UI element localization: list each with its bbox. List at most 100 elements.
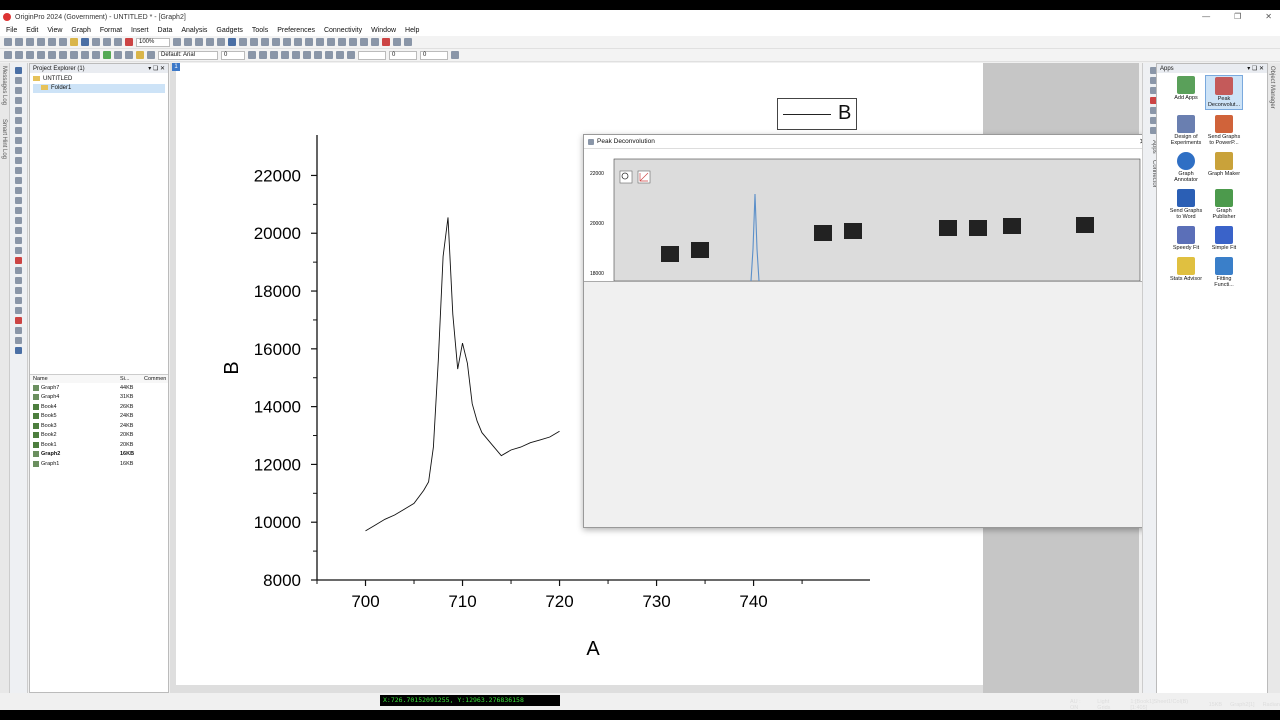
column-comment[interactable]: Commen <box>144 376 166 382</box>
next-sheet-icon[interactable] <box>360 38 368 46</box>
column-size[interactable]: Si... <box>120 376 144 382</box>
more-toolbar-icon[interactable] <box>451 51 459 59</box>
anchor-marker[interactable] <box>969 220 987 236</box>
panel-controls-icon[interactable]: ▾ ❏ ✕ <box>148 65 165 72</box>
list-item[interactable]: Book3 24KB <box>30 421 168 431</box>
polygon-icon[interactable] <box>15 227 22 234</box>
app-graph-annotator[interactable]: Graph Annotator <box>1167 151 1205 184</box>
first-sheet-icon[interactable] <box>338 38 346 46</box>
legend-icon[interactable] <box>15 277 22 284</box>
pointer-icon[interactable] <box>15 67 22 74</box>
layout-icon[interactable] <box>393 38 401 46</box>
recalculate-icon[interactable] <box>114 38 122 46</box>
line-style-select[interactable] <box>358 50 386 60</box>
command-window-icon[interactable] <box>250 38 258 46</box>
plot-setup-icon[interactable] <box>114 51 122 59</box>
draw-data-icon[interactable] <box>15 147 22 154</box>
new-matrix-icon[interactable] <box>37 38 45 46</box>
anchor-marker[interactable] <box>844 223 862 239</box>
panel-controls-icon[interactable]: ▾ ❏ ✕ <box>1247 65 1264 72</box>
record-icon[interactable] <box>125 38 133 46</box>
menu-edit[interactable]: Edit <box>26 27 38 34</box>
menu-graph[interactable]: Graph <box>71 27 90 34</box>
align-icon[interactable] <box>314 51 322 59</box>
menu-insert[interactable]: Insert <box>131 27 149 34</box>
new-graph-icon[interactable] <box>26 38 34 46</box>
symbol-size-select[interactable]: 0 <box>420 50 448 60</box>
undo-icon[interactable] <box>48 51 56 59</box>
open-icon[interactable] <box>70 38 78 46</box>
app-send-graphs-word[interactable]: Send Graphs to Word <box>1167 188 1205 221</box>
region-mask-icon[interactable] <box>15 137 22 144</box>
app-stats-advisor[interactable]: Stats Advisor <box>1167 256 1205 289</box>
vector-icon[interactable] <box>15 347 22 354</box>
close-icon[interactable]: ✕ <box>1265 12 1272 21</box>
greek-icon[interactable] <box>303 51 311 59</box>
zoom-in-icon[interactable] <box>15 51 23 59</box>
add-column-icon[interactable] <box>305 38 313 46</box>
menu-tools[interactable]: Tools <box>252 27 268 34</box>
list-item[interactable]: Book4 26KB <box>30 402 168 412</box>
timestamp-icon[interactable] <box>15 327 22 334</box>
app-graph-maker[interactable]: Graph Maker <box>1205 151 1243 184</box>
font-select[interactable]: Default: Arial <box>158 50 218 60</box>
list-item-active[interactable]: Graph2 16KB <box>30 450 168 460</box>
settings-icon[interactable] <box>404 38 412 46</box>
rectangle-tool-icon[interactable] <box>15 197 22 204</box>
list-item[interactable]: Book2 20KB <box>30 431 168 441</box>
data-selector-icon[interactable] <box>15 127 22 134</box>
anchor-marker[interactable] <box>939 220 957 236</box>
color-scale-icon[interactable] <box>103 51 111 59</box>
data-reader-icon[interactable] <box>15 117 22 124</box>
project-explorer-icon[interactable] <box>228 38 236 46</box>
new-function-icon[interactable] <box>48 38 56 46</box>
tree-root[interactable]: UNTITLED <box>33 75 165 84</box>
arrow-tool-icon[interactable] <box>15 167 22 174</box>
import-ascii-icon[interactable] <box>103 38 111 46</box>
add-text-icon[interactable] <box>136 51 144 59</box>
column-z-icon[interactable] <box>294 38 302 46</box>
app-fitting-function[interactable]: Fitting Functi... <box>1205 256 1243 289</box>
anchor-marker[interactable] <box>691 242 709 258</box>
circle-tool-icon[interactable] <box>15 217 22 224</box>
font-size-select[interactable]: 0 <box>221 50 245 60</box>
whole-page-icon[interactable] <box>37 51 45 59</box>
legend-box[interactable]: B <box>777 98 857 130</box>
menu-view[interactable]: View <box>47 27 62 34</box>
sort-icon[interactable] <box>316 38 324 46</box>
text-tool-icon[interactable] <box>15 157 22 164</box>
graph-axis-icon[interactable] <box>147 51 155 59</box>
copy-page-icon[interactable] <box>206 38 214 46</box>
prev-sheet-icon[interactable] <box>349 38 357 46</box>
menu-preferences[interactable]: Preferences <box>277 27 315 34</box>
menu-file[interactable]: File <box>6 27 17 34</box>
restore-icon[interactable]: ❐ <box>1234 12 1241 21</box>
list-item[interactable]: Graph4 31KB <box>30 393 168 403</box>
results-log-icon[interactable] <box>239 38 247 46</box>
duplicate-icon[interactable] <box>195 38 203 46</box>
anchor-marker[interactable] <box>661 246 679 262</box>
new-layout-icon[interactable] <box>59 38 67 46</box>
table-icon[interactable] <box>15 307 22 314</box>
list-item[interactable]: Book5 24KB <box>30 412 168 422</box>
refresh-icon[interactable] <box>184 38 192 46</box>
font-color-icon[interactable] <box>325 51 333 59</box>
app-simple-fit[interactable]: Simple Fit <box>1205 225 1243 252</box>
save-icon[interactable] <box>81 38 89 46</box>
status-grids[interactable]: Light Grids <box>1097 699 1122 711</box>
screen-reader-icon[interactable] <box>15 107 22 114</box>
freehand-icon[interactable] <box>15 237 22 244</box>
superscript-icon[interactable] <box>281 51 289 59</box>
layer-content-icon[interactable] <box>125 51 133 59</box>
line-tool-icon[interactable] <box>15 187 22 194</box>
scale-in-icon[interactable] <box>15 87 22 94</box>
list-item[interactable]: Book1 20KB <box>30 440 168 450</box>
code-builder-icon[interactable] <box>261 38 269 46</box>
anchor-marker[interactable] <box>1003 218 1021 234</box>
menu-connectivity[interactable]: Connectivity <box>324 27 362 34</box>
bar-icon[interactable] <box>15 337 22 344</box>
curved-arrow-icon[interactable] <box>15 177 22 184</box>
new-workbook-icon[interactable] <box>15 38 23 46</box>
export-icon[interactable] <box>217 38 225 46</box>
statistics-icon[interactable] <box>327 38 335 46</box>
